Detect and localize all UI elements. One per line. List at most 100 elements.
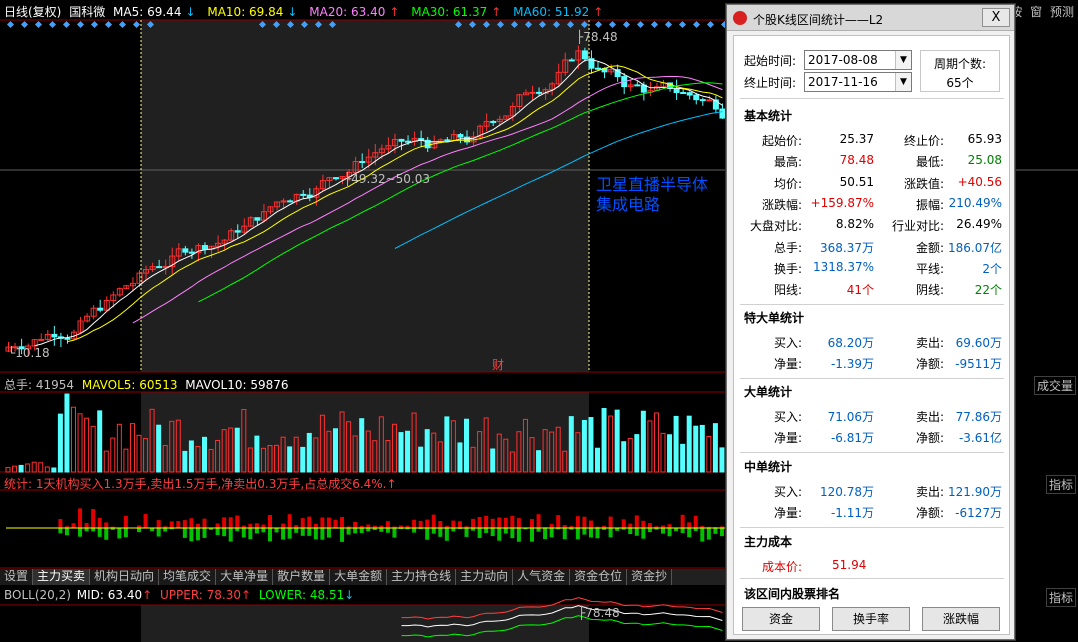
inst-sell-bar xyxy=(189,528,194,542)
inst-buy-bar xyxy=(425,519,430,528)
volume-bar xyxy=(680,443,686,473)
volume-bar xyxy=(136,434,142,473)
stat-label: 起始价: xyxy=(761,134,802,148)
end-time-select[interactable]: 2017-11-16 ▼ xyxy=(804,72,912,92)
indicator-side-label-2[interactable]: 指标 xyxy=(1045,588,1076,607)
cost-price-label: 成本价: xyxy=(762,560,803,574)
inst-buy-bar xyxy=(484,515,489,528)
candle-body xyxy=(188,251,195,254)
inst-sell-bar xyxy=(326,528,331,538)
end-time-value: 2017-11-16 xyxy=(808,75,878,89)
tab-5[interactable]: 散户数量 xyxy=(273,569,331,585)
inst-sell-bar xyxy=(588,528,593,538)
tab-2[interactable]: 机构日动向 xyxy=(90,569,160,585)
start-time-select[interactable]: 2017-08-08 ▼ xyxy=(804,50,912,70)
selected-range-bg xyxy=(141,605,589,642)
rank-turnover-button[interactable]: 换手率 xyxy=(832,607,910,631)
candle-body xyxy=(719,108,726,119)
stat-label: 买入: xyxy=(773,410,802,424)
inst-sell-bar xyxy=(543,528,548,540)
stat-label: 总手: xyxy=(773,240,802,255)
stat-value: 77.86万 xyxy=(955,410,1002,424)
volume-bar xyxy=(51,467,57,473)
stat-value: 71.06万 xyxy=(827,410,874,424)
signal-diamond-icon xyxy=(650,20,659,29)
inst-sell-bar xyxy=(195,528,200,541)
close-button[interactable]: X xyxy=(982,8,1010,27)
tab-4[interactable]: 大单净量 xyxy=(216,569,274,585)
inst-sell-bar xyxy=(444,528,449,541)
volume-bar xyxy=(699,424,705,473)
inst-sell-bar xyxy=(202,528,207,538)
tab-6[interactable]: 大单金额 xyxy=(330,569,388,585)
tab-3[interactable]: 均笔成交 xyxy=(159,569,217,585)
indicator-side-label-1[interactable]: 指标 xyxy=(1045,475,1076,494)
tab-11[interactable]: 资金抄 xyxy=(627,569,673,585)
stat-value: 2个 xyxy=(982,261,1002,276)
stat-value: 65.93 xyxy=(967,132,1002,146)
inst-buy-bar xyxy=(438,520,443,528)
inst-sell-bar xyxy=(431,528,436,534)
toolbar-item-1[interactable]: 窗 xyxy=(1030,5,1042,19)
rank-change-button[interactable]: 涨跌幅 xyxy=(922,607,1000,631)
inst-buy-bar xyxy=(621,519,626,528)
rank-capital-button[interactable]: 资金 xyxy=(742,607,820,631)
inst-sell-bar xyxy=(719,528,724,537)
volume-bar xyxy=(464,418,469,473)
inst-buy-bar xyxy=(104,522,109,528)
inst-buy-bar xyxy=(385,521,390,528)
candle-body xyxy=(333,177,339,180)
tab-10[interactable]: 资金仓位 xyxy=(570,569,628,585)
inst-buy-bar xyxy=(228,517,233,528)
candle-body xyxy=(287,200,294,203)
inst-buy-bar xyxy=(503,517,508,528)
candle-body xyxy=(634,84,641,87)
low-price-marker: └10.18 xyxy=(8,346,50,360)
signal-diamond-icon xyxy=(90,20,99,29)
stat-value: 1318.37% xyxy=(812,259,874,274)
signal-diamond-icon xyxy=(76,20,85,29)
volume-bar xyxy=(110,437,116,473)
stat-value: -6.81万 xyxy=(830,431,874,445)
inst-buy-bar xyxy=(608,516,613,528)
volume-bar xyxy=(536,450,542,473)
cost-price-value: 51.94 xyxy=(832,558,867,572)
volume-side-label[interactable]: 成交量 xyxy=(1033,376,1076,395)
candle-body xyxy=(686,92,693,96)
volume-bar xyxy=(306,432,312,473)
candle-body xyxy=(97,307,104,311)
inst-sell-bar xyxy=(667,528,672,537)
stat-value: 50.51 xyxy=(839,174,874,189)
stock-name: 国科微 xyxy=(69,5,106,19)
inst-buy-bar xyxy=(182,520,187,528)
volume-bar xyxy=(156,424,162,473)
inst-buy-bar xyxy=(634,515,639,528)
tab-9[interactable]: 人气资金 xyxy=(513,569,571,585)
interval-stats-dialog[interactable]: 个股K线区间统计——L2 X 起始时间: 2017-08-08 ▼ 终止时间: … xyxy=(726,4,1015,640)
mavol10-label: MAVOL10: 59876 xyxy=(185,378,289,392)
volume-bar xyxy=(621,441,627,473)
tab-8[interactable]: 主力动向 xyxy=(456,569,514,585)
dialog-titlebar[interactable]: 个股K线区间统计——L2 X xyxy=(727,5,1014,31)
stat-value: 69.60万 xyxy=(955,336,1002,350)
inst-buy-bar xyxy=(287,514,292,528)
tab-1[interactable]: 主力买卖 xyxy=(33,569,91,585)
stat-value: 121.90万 xyxy=(948,485,1002,499)
candle-body xyxy=(595,67,601,70)
inst-sell-bar xyxy=(254,528,259,534)
tab-0[interactable]: 设置 xyxy=(0,569,34,585)
news-annotation[interactable]: 卫星直播半导体 集成电路 xyxy=(596,175,708,215)
inst-buy-bar xyxy=(268,515,272,528)
volume-bar xyxy=(202,436,207,473)
tab-7[interactable]: 主力持仓线 xyxy=(387,569,457,585)
app-logo-icon xyxy=(733,11,747,25)
finance-marker[interactable]: 财 xyxy=(492,356,504,373)
inst-buy-bar xyxy=(418,520,423,528)
inst-buy-bar xyxy=(320,517,325,528)
inst-sell-bar xyxy=(706,528,711,540)
volume-bar xyxy=(693,425,699,473)
volume-bar xyxy=(627,437,633,473)
toolbar-item-2[interactable]: 预测 xyxy=(1050,5,1074,19)
inst-buy-bar xyxy=(451,520,456,528)
basic-stats-title: 基本统计 xyxy=(744,109,793,123)
